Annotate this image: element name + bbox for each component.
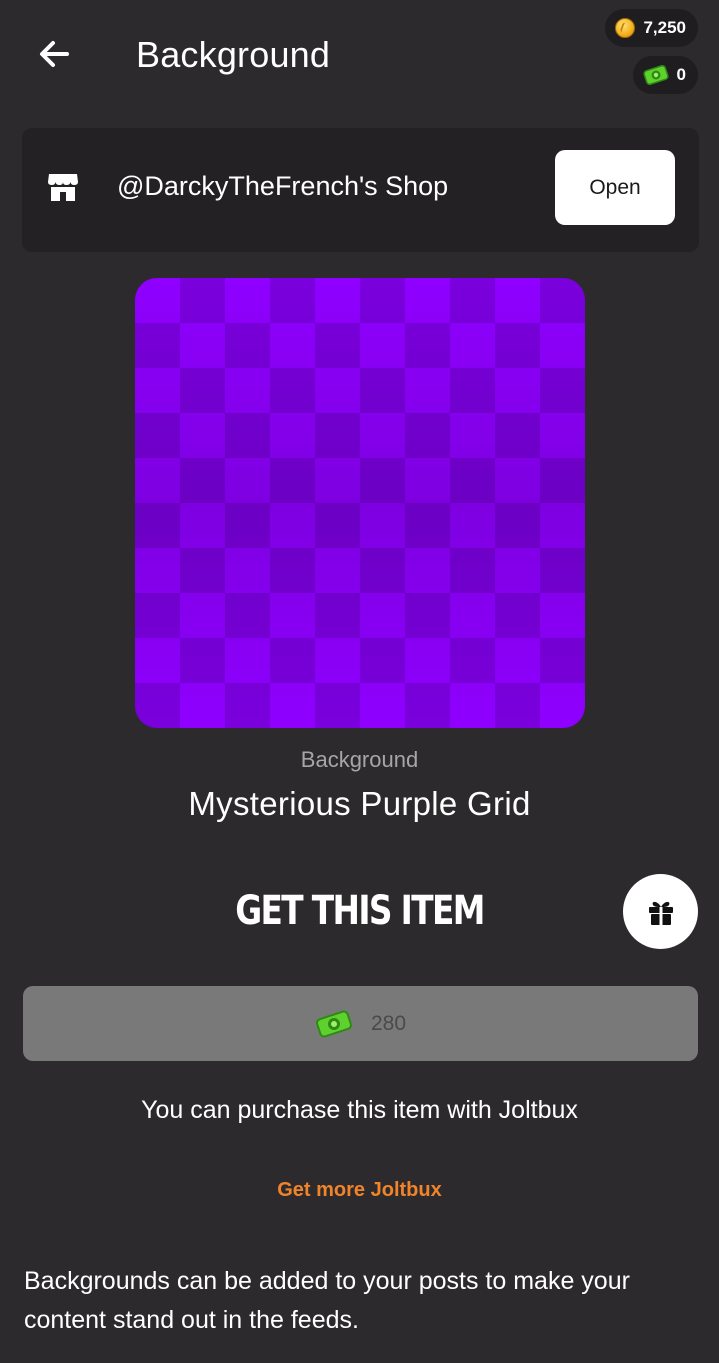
shop-card: @DarckyTheFrench's Shop Open — [22, 128, 699, 252]
joltbux-balance[interactable]: 0 — [632, 56, 698, 94]
purple-grid-image — [135, 278, 585, 728]
buy-with-joltbux-button[interactable]: 280 — [23, 986, 698, 1061]
coins-balance[interactable]: 7,250 — [605, 9, 698, 47]
purchase-note: You can purchase this item with Joltbux — [141, 1096, 578, 1124]
item-preview — [135, 278, 585, 728]
open-shop-button[interactable]: Open — [555, 150, 675, 225]
item-type-label: Background — [300, 747, 419, 772]
top-bar: Background 7,250 0 — [0, 0, 719, 110]
get-more-joltbux-link[interactable]: Get more Joltbux — [0, 1179, 719, 1202]
page-title: Background — [136, 34, 331, 75]
joltbux-icon — [316, 1010, 352, 1037]
arrow-left-icon — [40, 41, 69, 67]
joltbux-icon — [642, 64, 669, 86]
storefront-icon — [48, 174, 78, 201]
coins-balance-value: 7,250 — [643, 18, 686, 37]
coin-icon — [615, 18, 636, 38]
price-value: 280 — [370, 1011, 407, 1035]
gift-icon — [648, 901, 673, 925]
grid-shading — [135, 278, 585, 728]
shop-name[interactable]: @DarckyTheFrench's Shop — [117, 171, 448, 202]
item-name: Mysterious Purple Grid — [188, 785, 531, 822]
get-item-heading: GET THIS ITEM — [235, 888, 485, 934]
gift-button[interactable] — [623, 874, 698, 949]
item-description: Backgrounds can be added to your posts t… — [24, 1267, 630, 1334]
joltbux-balance-value: 0 — [676, 65, 686, 84]
back-button[interactable] — [30, 30, 78, 78]
